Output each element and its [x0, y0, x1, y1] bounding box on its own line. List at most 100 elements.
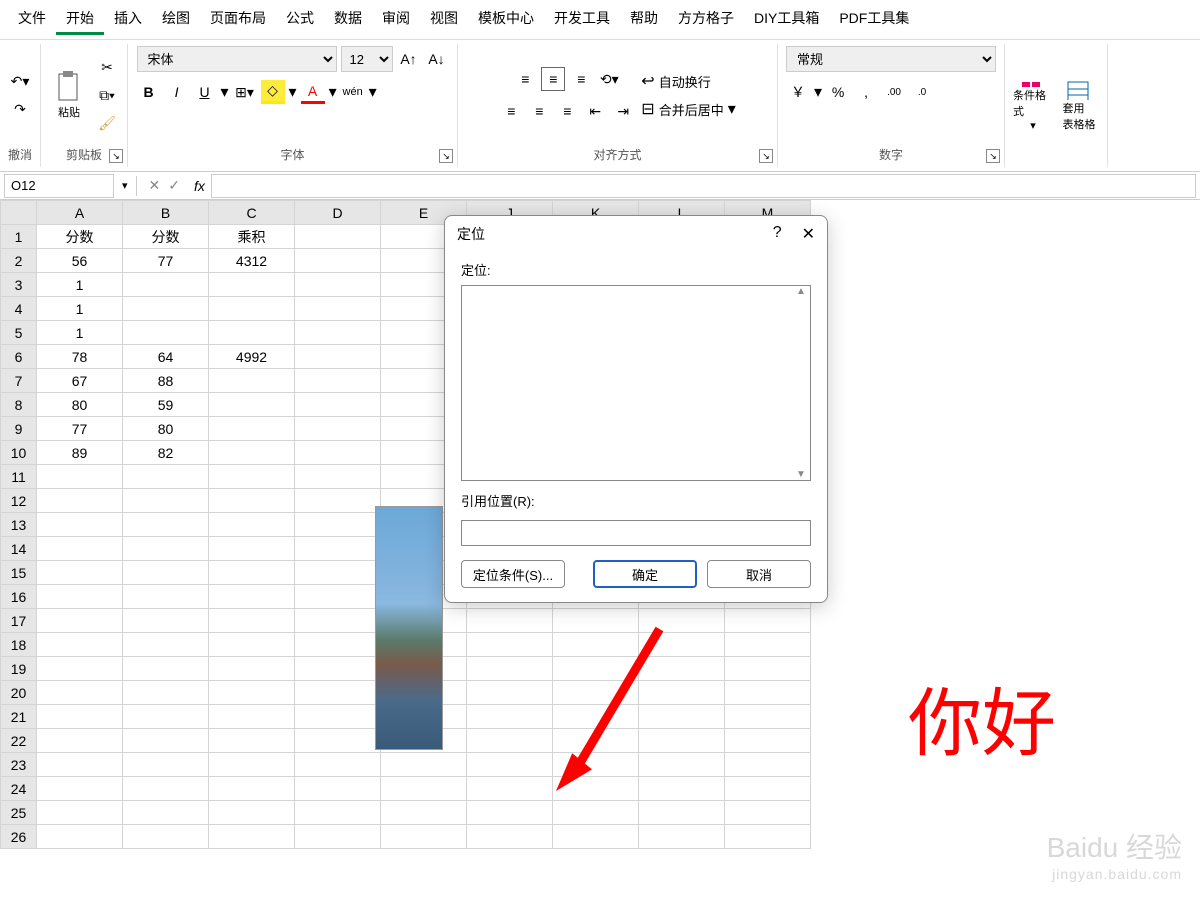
column-header[interactable]: C — [209, 201, 295, 225]
cell[interactable] — [553, 825, 639, 849]
cell[interactable] — [37, 681, 123, 705]
copy-icon[interactable]: ⧉▾ — [95, 83, 119, 107]
cell[interactable] — [295, 585, 381, 609]
dialog-launcher-icon[interactable]: ↘ — [439, 149, 453, 163]
row-header[interactable]: 15 — [1, 561, 37, 585]
row-header[interactable]: 8 — [1, 393, 37, 417]
cell[interactable] — [37, 585, 123, 609]
goto-listbox[interactable]: ▲▼ — [461, 285, 811, 481]
row-header[interactable]: 16 — [1, 585, 37, 609]
cell[interactable]: 89 — [37, 441, 123, 465]
italic-button[interactable]: I — [165, 80, 189, 104]
cell[interactable] — [37, 633, 123, 657]
align-center-icon[interactable]: ≡ — [527, 99, 551, 123]
row-header[interactable]: 7 — [1, 369, 37, 393]
cell[interactable] — [209, 633, 295, 657]
cell[interactable] — [209, 369, 295, 393]
row-header[interactable]: 25 — [1, 801, 37, 825]
cell[interactable] — [467, 777, 553, 801]
cell[interactable] — [467, 825, 553, 849]
menu-item[interactable]: 数据 — [324, 4, 372, 35]
cell[interactable] — [209, 705, 295, 729]
fx-label[interactable]: fx — [188, 178, 211, 194]
cell[interactable] — [295, 345, 381, 369]
merge-button[interactable]: 合并后居中 — [659, 100, 724, 119]
align-top-icon[interactable]: ≡ — [513, 67, 537, 91]
undo-icon[interactable]: ↶▾ — [8, 69, 32, 93]
cell[interactable] — [123, 489, 209, 513]
cell[interactable] — [639, 825, 725, 849]
cell[interactable] — [725, 801, 811, 825]
cell[interactable] — [553, 777, 639, 801]
cell[interactable] — [209, 801, 295, 825]
cell[interactable] — [295, 801, 381, 825]
cell[interactable]: 4312 — [209, 249, 295, 273]
cell[interactable] — [639, 729, 725, 753]
cell[interactable] — [553, 609, 639, 633]
menu-item[interactable]: 公式 — [276, 4, 324, 35]
indent-inc-icon[interactable]: ⇥ — [611, 99, 635, 123]
cell[interactable] — [123, 561, 209, 585]
cell[interactable] — [295, 777, 381, 801]
cell[interactable]: 分数 — [37, 225, 123, 249]
cell[interactable]: 82 — [123, 441, 209, 465]
cell[interactable] — [725, 777, 811, 801]
cell[interactable] — [639, 705, 725, 729]
dialog-launcher-icon[interactable]: ↘ — [109, 149, 123, 163]
cell[interactable] — [123, 513, 209, 537]
dialog-launcher-icon[interactable]: ↘ — [759, 149, 773, 163]
cell[interactable]: 1 — [37, 321, 123, 345]
cell[interactable] — [639, 609, 725, 633]
cell[interactable] — [295, 513, 381, 537]
row-header[interactable]: 6 — [1, 345, 37, 369]
cell[interactable] — [553, 753, 639, 777]
cell[interactable] — [37, 729, 123, 753]
cell[interactable] — [123, 273, 209, 297]
menu-item[interactable]: 文件 — [8, 4, 56, 35]
cell[interactable] — [553, 681, 639, 705]
cell[interactable] — [123, 825, 209, 849]
column-header[interactable]: D — [295, 201, 381, 225]
cell[interactable] — [467, 633, 553, 657]
cell[interactable] — [295, 537, 381, 561]
align-left-icon[interactable]: ≡ — [499, 99, 523, 123]
reference-input[interactable] — [461, 520, 811, 546]
cell[interactable] — [37, 657, 123, 681]
cell[interactable] — [639, 681, 725, 705]
cell[interactable] — [639, 657, 725, 681]
cell[interactable] — [725, 681, 811, 705]
align-right-icon[interactable]: ≡ — [555, 99, 579, 123]
cell[interactable] — [37, 537, 123, 561]
increase-font-icon[interactable]: A↑ — [397, 47, 421, 71]
menu-item[interactable]: 页面布局 — [200, 4, 276, 35]
cell[interactable] — [209, 657, 295, 681]
menu-item[interactable]: 视图 — [420, 4, 468, 35]
cell[interactable] — [295, 297, 381, 321]
cell[interactable]: 80 — [37, 393, 123, 417]
cell[interactable] — [295, 705, 381, 729]
cell[interactable] — [209, 393, 295, 417]
row-header[interactable]: 4 — [1, 297, 37, 321]
number-format-select[interactable]: 常规 — [786, 46, 996, 72]
row-header[interactable]: 10 — [1, 441, 37, 465]
cell[interactable]: 80 — [123, 417, 209, 441]
cell[interactable] — [295, 393, 381, 417]
cell[interactable] — [467, 729, 553, 753]
row-header[interactable]: 2 — [1, 249, 37, 273]
name-box[interactable] — [4, 174, 114, 198]
cell[interactable]: 乘积 — [209, 225, 295, 249]
special-button[interactable]: 定位条件(S)... — [461, 560, 565, 588]
cell[interactable] — [381, 777, 467, 801]
cell[interactable] — [725, 609, 811, 633]
row-header[interactable]: 12 — [1, 489, 37, 513]
cell[interactable] — [209, 729, 295, 753]
cell[interactable] — [37, 705, 123, 729]
cell[interactable] — [295, 753, 381, 777]
paste-button[interactable]: 粘贴 — [49, 69, 89, 121]
cell[interactable] — [467, 609, 553, 633]
cancel-button[interactable]: 取消 — [707, 560, 811, 588]
cell[interactable] — [639, 753, 725, 777]
cell[interactable] — [295, 417, 381, 441]
cell[interactable] — [725, 705, 811, 729]
cell[interactable]: 78 — [37, 345, 123, 369]
